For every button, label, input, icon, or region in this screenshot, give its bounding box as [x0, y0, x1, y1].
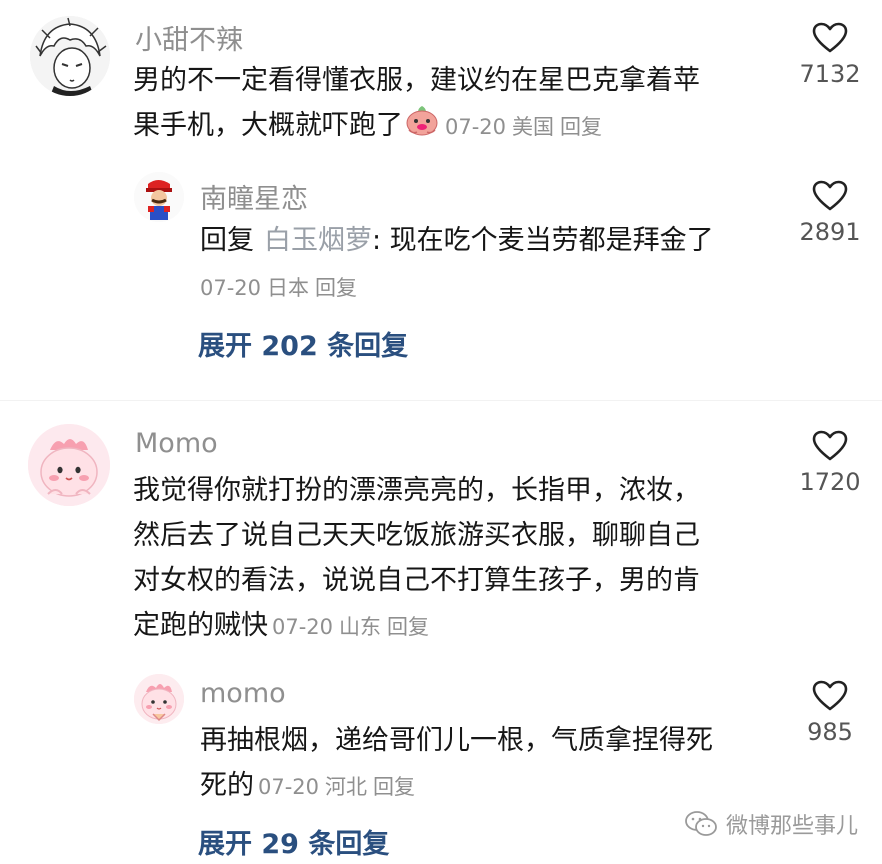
comment-text: 我觉得你就打扮的漂漂亮亮的，长指甲，浓妆， 然后去了说自己天天吃饭旅游买衣服，聊…	[133, 468, 773, 650]
watermark: 微博那些事儿	[684, 808, 858, 840]
heart-outline-icon	[812, 180, 848, 211]
like-button[interactable]: 1720	[785, 430, 875, 496]
reply-date: 07-20	[258, 775, 320, 799]
avatar[interactable]	[134, 674, 184, 724]
heart-outline-icon	[812, 680, 848, 711]
avatar[interactable]	[28, 424, 110, 506]
like-count: 2891	[799, 218, 861, 246]
comment-line: 我觉得你就打扮的漂漂亮亮的，长指甲，浓妆，	[133, 475, 700, 506]
avatar[interactable]	[30, 16, 110, 96]
like-button[interactable]: 2891	[785, 180, 875, 246]
reply-button[interactable]: 回复	[373, 775, 415, 799]
wechat-icon	[685, 811, 717, 836]
comment-line: 果手机，大概就吓跑了 07-20 美国 回复	[133, 103, 773, 150]
like-count: 7132	[799, 60, 861, 88]
reply-button[interactable]: 回复	[315, 276, 357, 300]
reply-text: 回复 白玉烟萝: 现在吃个麦当劳都是拜金了	[200, 218, 780, 263]
comment-line: 然后去了说自己天天吃饭旅游买衣服，聊聊自己	[133, 520, 700, 551]
comment-line: 定跑的贼快 07-20 山东 回复	[133, 603, 773, 650]
like-count: 1720	[799, 468, 861, 496]
expand-replies-button[interactable]: 展开 202 条回复	[198, 324, 408, 363]
reply-location: 河北	[325, 775, 368, 799]
pig-face-emoji-icon	[405, 104, 439, 150]
reply-meta: 07-20 日本 回复	[200, 272, 363, 302]
comment-meta: 07-20 美国 回复	[445, 115, 608, 139]
comment-date: 07-20	[272, 615, 334, 639]
reply-line: 再抽根烟，递给哥们儿一根，气质拿捏得死	[200, 725, 713, 756]
expand-replies-button[interactable]: 展开 29 条回复	[198, 822, 389, 861]
reply-button[interactable]: 回复	[560, 115, 602, 139]
like-button[interactable]: 985	[785, 680, 875, 746]
watermark-text: 微博那些事儿	[725, 814, 858, 839]
heart-outline-icon	[812, 430, 848, 461]
like-button[interactable]: 7132	[785, 22, 875, 88]
reply-text: 再抽根烟，递给哥们儿一根，气质拿捏得死 死的 07-20 河北 回复	[200, 718, 780, 810]
reply-prefix: 回复	[200, 225, 254, 256]
comment-location: 山东	[339, 615, 382, 639]
comment-location: 美国	[512, 115, 555, 139]
comment-date: 07-20	[445, 115, 507, 139]
reply-line: 回复 白玉烟萝: 现在吃个麦当劳都是拜金了	[200, 218, 780, 263]
reply-meta: 07-20 河北 回复	[258, 775, 421, 799]
heart-outline-icon	[812, 22, 848, 53]
comment-username[interactable]: 小甜不辣	[135, 18, 243, 57]
reply-location: 日本	[267, 276, 310, 300]
like-count: 985	[807, 718, 853, 746]
avatar[interactable]	[134, 172, 184, 222]
reply-target-user[interactable]: 白玉烟萝	[264, 225, 372, 256]
divider	[0, 400, 882, 401]
reply-button[interactable]: 回复	[387, 615, 429, 639]
reply-content: : 现在吃个麦当劳都是拜金了	[372, 225, 714, 256]
comment-text: 男的不一定看得懂衣服，建议约在星巴克拿着苹 果手机，大概就吓跑了 07-20 美国回…	[133, 58, 773, 150]
comment-line: 对女权的看法，说说自己不打算生孩子，男的肯	[133, 565, 700, 596]
comment-username[interactable]: Momo	[135, 428, 218, 459]
comment-line: 男的不一定看得懂衣服，建议约在星巴克拿着苹	[133, 65, 700, 96]
reply-line: 死的 07-20 河北 回复	[200, 763, 780, 810]
reply-username[interactable]: momo	[200, 678, 286, 709]
reply-username[interactable]: 南瞳星恋	[200, 177, 308, 216]
comment-meta: 07-20 山东 回复	[272, 615, 435, 639]
reply-date: 07-20	[200, 276, 262, 300]
